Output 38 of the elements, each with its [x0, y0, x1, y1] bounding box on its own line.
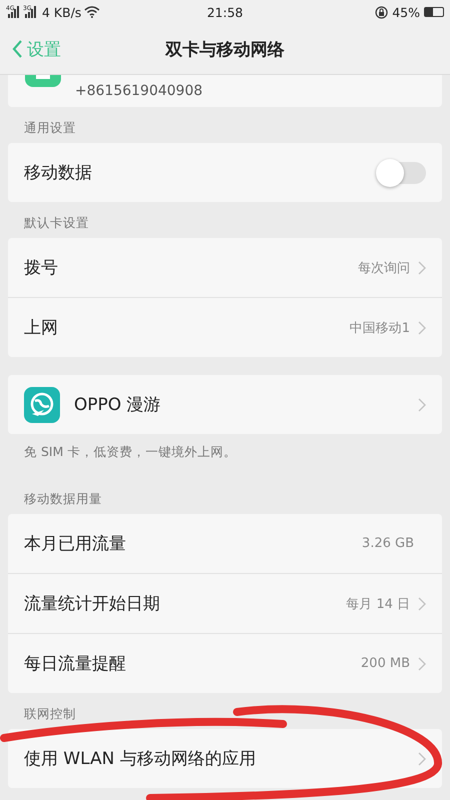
- row-label: 流量统计开始日期: [24, 593, 161, 615]
- section-header: 移动数据用量: [24, 491, 102, 506]
- back-icon: [12, 39, 23, 59]
- signal-icon: [23, 6, 37, 18]
- page-title: 双卡与移动网络: [166, 40, 284, 60]
- chevron-icon: [418, 656, 426, 670]
- row-label: 上网: [24, 317, 59, 339]
- row-label: 使用 WLAN 与移动网络的应用: [24, 748, 257, 770]
- row-value: 200 MB: [360, 656, 410, 671]
- back-button[interactable]: 设置: [0, 38, 61, 60]
- row-value: 每次询问: [358, 260, 410, 276]
- chevron-icon: [418, 260, 426, 274]
- section-header: 默认卡设置: [24, 215, 89, 230]
- chevron-icon: [418, 398, 426, 412]
- wifi-icon: [84, 6, 100, 18]
- row-value: 中国移动1: [350, 320, 410, 336]
- chevron-icon: [418, 320, 426, 334]
- clock: 21:58: [206, 4, 244, 20]
- chevron-icon: [418, 596, 426, 610]
- section-header: 通用设置: [24, 120, 76, 135]
- network-speed: 4 KB/s: [42, 4, 82, 20]
- phone-number: +8615619040908: [75, 83, 203, 99]
- globe-app-icon: [24, 386, 60, 422]
- row-label: 本月已用流量: [24, 533, 127, 555]
- row-description: 免 SIM 卡，低资费，一键境外上网。: [24, 444, 236, 459]
- section-header: 联网控制: [24, 706, 76, 721]
- battery-icon: [424, 7, 444, 17]
- mobile-data-switch[interactable]: [378, 162, 426, 184]
- row-label: 每日流量提醒: [24, 653, 127, 675]
- signal-icon: [6, 6, 20, 18]
- battery-percent: 45%: [392, 4, 420, 20]
- row-value: 3.26 GB: [362, 536, 414, 551]
- row-label: OPPO 漫游: [74, 394, 162, 416]
- row-label: 拨号: [24, 257, 59, 279]
- row-value: 每月 14 日: [346, 596, 410, 612]
- rotation-lock-icon: [375, 6, 388, 18]
- chevron-icon: [418, 752, 426, 766]
- row-label: 移动数据: [24, 162, 93, 184]
